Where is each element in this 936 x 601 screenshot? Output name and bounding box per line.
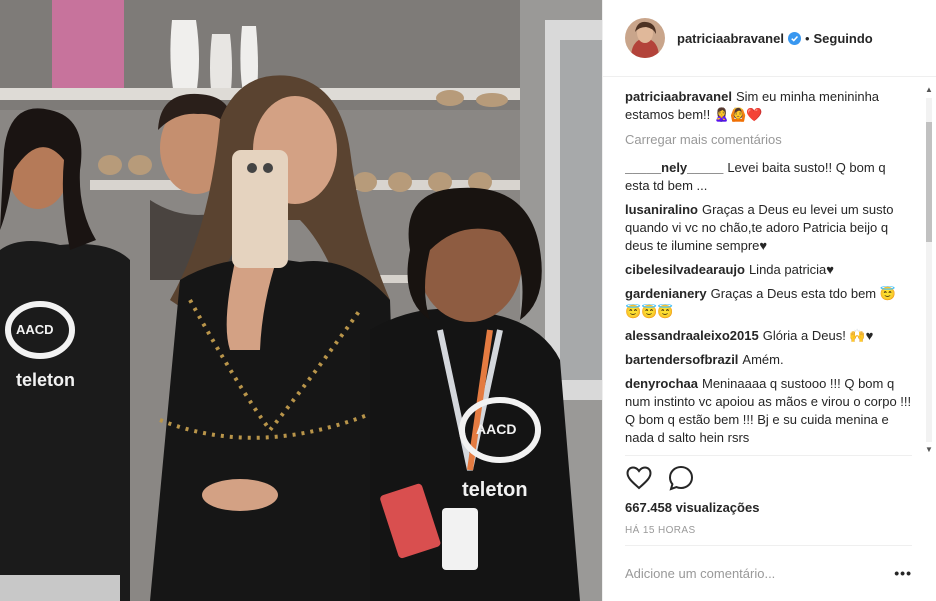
shirt-brand-left: AACD bbox=[16, 322, 54, 337]
header-separator: • bbox=[804, 30, 810, 46]
comment-username[interactable]: alessandraaleixo2015 bbox=[625, 328, 759, 343]
shirt-text-left: teleton bbox=[16, 370, 75, 390]
post-actions bbox=[625, 464, 709, 492]
actions-divider bbox=[625, 455, 912, 456]
comment-username[interactable]: denyrochaa bbox=[625, 376, 698, 391]
post-timestamp[interactable]: HÁ 15 HORAS bbox=[625, 525, 696, 536]
verified-badge-icon bbox=[787, 31, 801, 45]
shirt-text-right: teleton bbox=[462, 479, 528, 501]
comment-text: Amém. bbox=[742, 352, 784, 367]
header-username[interactable]: patriciaabravanel bbox=[677, 31, 784, 46]
comment-username[interactable]: lusaniralino bbox=[625, 202, 698, 217]
avatar-image bbox=[625, 18, 665, 58]
view-count[interactable]: 667.458 visualizações bbox=[625, 500, 759, 515]
add-comment-input[interactable] bbox=[625, 565, 892, 581]
comments-list[interactable]: patriciaabravanel Sim eu minha menininha … bbox=[625, 88, 912, 456]
comment-username[interactable]: _____nely_____ bbox=[625, 160, 723, 175]
shirt-brand-right: AACD bbox=[476, 421, 516, 437]
comment-username[interactable]: bartendersofbrazil bbox=[625, 352, 738, 367]
scroll-up-arrow-icon[interactable]: ▲ bbox=[925, 86, 933, 94]
add-comment-divider bbox=[625, 545, 912, 546]
comment-username[interactable]: gardenianery bbox=[625, 286, 707, 301]
comment-username[interactable]: cibelesilvadearaujo bbox=[625, 262, 745, 277]
post-side-panel: patriciaabravanel • Seguindo patriciaabr… bbox=[602, 0, 936, 601]
post-header: patriciaabravanel • Seguindo bbox=[603, 0, 936, 77]
follow-status-button[interactable]: Seguindo bbox=[814, 31, 873, 46]
comment-item: lusaniralino Graças a Deus eu levei um su… bbox=[625, 201, 912, 255]
scroll-down-arrow-icon[interactable]: ▼ bbox=[925, 446, 933, 454]
caption: patriciaabravanel Sim eu minha menininha … bbox=[625, 88, 912, 124]
like-button[interactable] bbox=[625, 464, 653, 492]
comment-item: _____nely_____ Levei baita susto!! Q bom … bbox=[625, 159, 912, 195]
comment-text: Linda patricia♥ bbox=[748, 262, 834, 277]
load-more-comments-link[interactable]: Carregar mais comentários bbox=[625, 132, 912, 147]
comment-item: gardenianery Graças a Deus esta tdo bem 😇… bbox=[625, 285, 912, 321]
heart-icon bbox=[626, 466, 652, 490]
instagram-post: AACD teleton AACD teleton patriciaabrava… bbox=[0, 0, 936, 601]
comments-scrollbar[interactable]: ▲ ▼ bbox=[924, 86, 934, 454]
photo-illustration: AACD teleton AACD teleton bbox=[0, 0, 602, 601]
comment-item: bartendersofbrazil Amém. bbox=[625, 351, 912, 369]
comment-text: Glória a Deus! 🙌♥ bbox=[762, 328, 874, 343]
comment-bubble-icon bbox=[668, 465, 694, 491]
comment-button[interactable] bbox=[667, 464, 695, 492]
scroll-thumb[interactable] bbox=[926, 122, 932, 242]
post-photo[interactable]: AACD teleton AACD teleton bbox=[0, 0, 602, 601]
comment-item: cibelesilvadearaujo Linda patricia♥ bbox=[625, 261, 912, 279]
more-options-icon[interactable]: ••• bbox=[892, 565, 912, 581]
caption-username[interactable]: patriciaabravanel bbox=[625, 89, 732, 104]
comment-item: alessandraaleixo2015 Glória a Deus! 🙌♥ bbox=[625, 327, 912, 345]
avatar[interactable] bbox=[625, 18, 665, 58]
comment-item: denyrochaa Meninaaaa q sustooo !!! Q bom … bbox=[625, 375, 912, 447]
add-comment-bar: ••• bbox=[625, 560, 912, 586]
